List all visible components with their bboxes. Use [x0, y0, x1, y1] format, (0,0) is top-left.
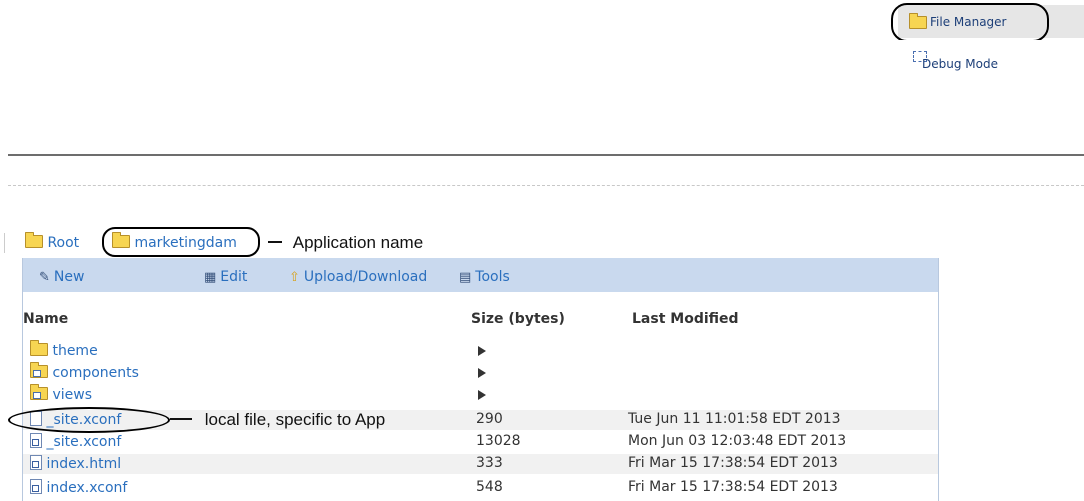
row-size: 13028	[476, 433, 521, 449]
row-modified: Fri Mar 15 17:38:54 EDT 2013	[628, 479, 838, 495]
column-header-size: Size (bytes)	[471, 311, 565, 327]
row-size: 290	[476, 411, 503, 427]
table-row[interactable]: index.xconf 548 Fri Mar 15 17:38:54 EDT …	[23, 478, 938, 498]
table-row[interactable]: _site.xconf 13028 Mon Jun 03 12:03:48 ED…	[23, 432, 938, 452]
file-icon	[30, 479, 42, 494]
highlight-oval	[891, 3, 1049, 42]
row-name[interactable]: views	[30, 384, 92, 403]
tools-icon: ▤	[459, 270, 472, 285]
row-size: 548	[476, 479, 503, 495]
table-row[interactable]: index.html 333 Fri Mar 15 17:38:54 EDT 2…	[23, 454, 938, 474]
breadcrumb-edge	[4, 233, 19, 253]
column-header-name: Name	[23, 311, 69, 327]
new-icon: ✎	[39, 270, 50, 285]
menu-item-label: Debug Mode	[922, 57, 998, 71]
local-file-annotation: local file, specific to App	[170, 410, 385, 430]
row-name[interactable]: _site.xconf	[30, 433, 121, 450]
folder-icon	[112, 232, 130, 248]
annotation-dash	[268, 241, 282, 243]
folder-icon	[30, 340, 48, 356]
expand-icon[interactable]	[478, 387, 486, 404]
highlight-oval	[8, 407, 170, 433]
folder-icon	[25, 232, 43, 248]
row-modified: Mon Jun 03 12:03:48 EDT 2013	[628, 433, 847, 449]
edit-button[interactable]: ▦ Edit	[204, 269, 247, 285]
folder-icon	[30, 384, 48, 400]
upload-arrow-icon: ⇧	[289, 270, 300, 285]
new-button[interactable]: ✎ New	[39, 269, 84, 285]
edit-icon: ▦	[204, 270, 217, 285]
row-name[interactable]: components	[30, 362, 139, 381]
row-modified: Tue Jun 11 11:01:58 EDT 2013	[628, 411, 841, 427]
row-modified: Fri Mar 15 17:38:54 EDT 2013	[628, 455, 838, 471]
divider	[8, 154, 1084, 156]
table-row[interactable]: components	[23, 362, 938, 384]
file-icon	[30, 433, 42, 448]
breadcrumb-root[interactable]: Root	[25, 232, 80, 251]
row-name[interactable]: theme	[30, 340, 98, 359]
row-size: 333	[476, 455, 503, 471]
file-panel: ✎ New ▦ Edit ⇧ Upload/Download ▤ Tools Name …	[22, 258, 939, 501]
annotation-dash	[170, 418, 192, 420]
app-name-annotation: Application name	[268, 233, 423, 253]
breadcrumb-root-label: Root	[47, 235, 80, 251]
breadcrumb-app-label: marketingdam	[134, 235, 237, 251]
row-name[interactable]: index.xconf	[30, 479, 127, 496]
toolbar: ✎ New ▦ Edit ⇧ Upload/Download ▤ Tools	[23, 258, 938, 292]
divider-dashed	[8, 185, 1084, 186]
folder-icon	[30, 362, 48, 378]
table-row[interactable]: views	[23, 384, 938, 406]
expand-icon[interactable]	[478, 365, 486, 382]
table-header: Name Size (bytes) Last Modified	[23, 292, 938, 330]
row-name[interactable]: index.html	[30, 455, 121, 472]
column-header-modified: Last Modified	[632, 311, 739, 327]
file-icon	[30, 455, 42, 470]
menu-item-debug-mode[interactable]: Debug Mode	[898, 40, 1084, 73]
expand-icon[interactable]	[478, 343, 486, 360]
upload-download-button[interactable]: ⇧ Upload/Download	[289, 269, 427, 285]
tools-button[interactable]: ▤ Tools	[459, 269, 510, 285]
breadcrumb-app[interactable]: marketingdam	[112, 232, 237, 251]
table-row[interactable]: theme	[23, 340, 938, 362]
mode-menu: File Manager Debug Mode	[891, 3, 1084, 73]
